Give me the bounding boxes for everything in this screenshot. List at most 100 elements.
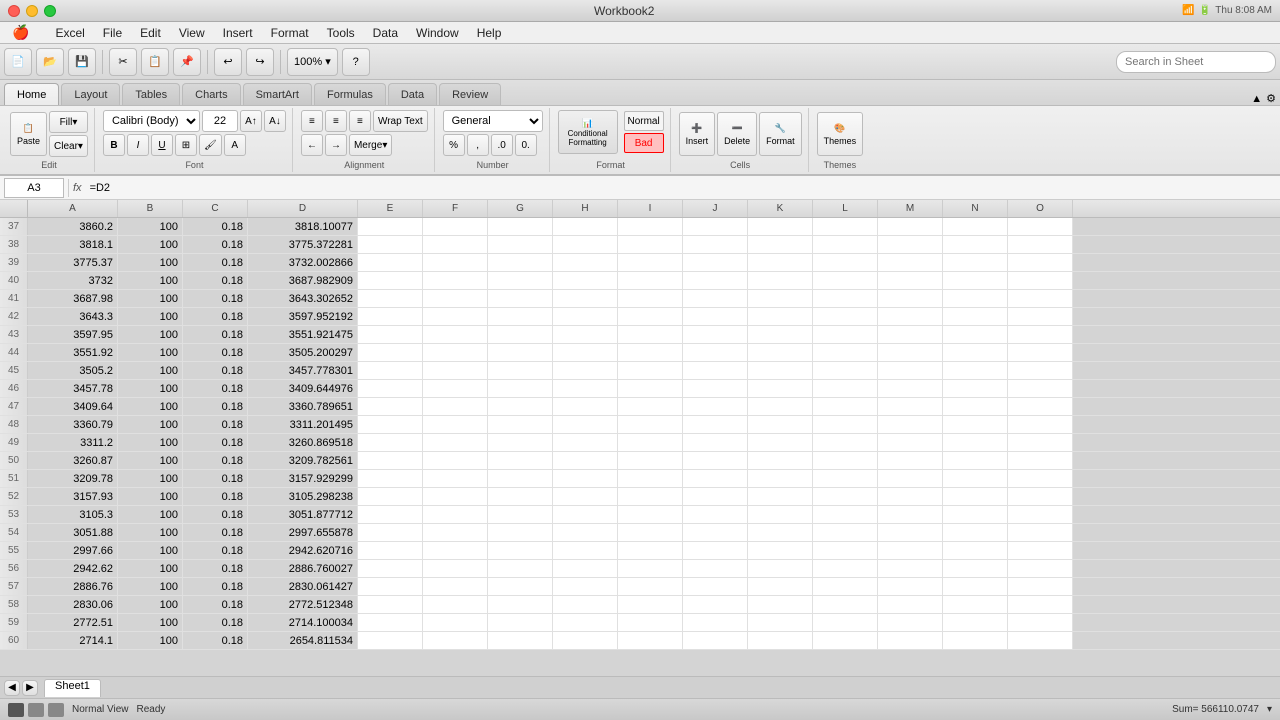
col-c-cell[interactable]: 0.18 — [183, 290, 248, 307]
bold-button[interactable]: B — [103, 134, 125, 156]
empty-cell[interactable] — [878, 362, 943, 379]
empty-cell[interactable] — [488, 272, 553, 289]
col-a-cell[interactable]: 2942.62 — [28, 560, 118, 577]
empty-cell[interactable] — [878, 542, 943, 559]
col-c-cell[interactable]: 0.18 — [183, 560, 248, 577]
empty-cell[interactable] — [1008, 488, 1073, 505]
empty-cell[interactable] — [683, 488, 748, 505]
tab-review[interactable]: Review — [439, 83, 501, 105]
empty-cell[interactable] — [683, 254, 748, 271]
empty-cell[interactable] — [358, 560, 423, 577]
prev-sheet-button[interactable]: ◀ — [4, 680, 20, 696]
empty-cell[interactable] — [748, 362, 813, 379]
empty-cell[interactable] — [943, 542, 1008, 559]
empty-cell[interactable] — [553, 596, 618, 613]
col-d-cell[interactable]: 3687.982909 — [248, 272, 358, 289]
empty-cell[interactable] — [748, 470, 813, 487]
empty-cell[interactable] — [423, 254, 488, 271]
col-a-cell[interactable]: 3732 — [28, 272, 118, 289]
zoom-box[interactable]: 100% ▾ — [287, 48, 338, 76]
empty-cell[interactable] — [618, 542, 683, 559]
empty-cell[interactable] — [423, 362, 488, 379]
empty-cell[interactable] — [878, 380, 943, 397]
col-header-m[interactable]: M — [878, 200, 943, 217]
empty-cell[interactable] — [488, 614, 553, 631]
empty-cell[interactable] — [878, 506, 943, 523]
empty-cell[interactable] — [358, 416, 423, 433]
empty-cell[interactable] — [553, 380, 618, 397]
empty-cell[interactable] — [488, 362, 553, 379]
col-b-cell[interactable]: 100 — [118, 434, 183, 451]
empty-cell[interactable] — [423, 542, 488, 559]
empty-cell[interactable] — [553, 326, 618, 343]
empty-cell[interactable] — [423, 632, 488, 649]
align-center-button[interactable]: ≡ — [325, 110, 347, 132]
col-b-cell[interactable]: 100 — [118, 632, 183, 649]
menu-data[interactable]: Data — [365, 25, 406, 41]
empty-cell[interactable] — [813, 596, 878, 613]
empty-cell[interactable] — [943, 416, 1008, 433]
empty-cell[interactable] — [423, 344, 488, 361]
col-b-cell[interactable]: 100 — [118, 218, 183, 235]
empty-cell[interactable] — [1008, 344, 1073, 361]
empty-cell[interactable] — [553, 236, 618, 253]
tab-tables[interactable]: Tables — [122, 83, 180, 105]
empty-cell[interactable] — [683, 578, 748, 595]
empty-cell[interactable] — [683, 326, 748, 343]
empty-cell[interactable] — [1008, 560, 1073, 577]
col-d-cell[interactable]: 3457.778301 — [248, 362, 358, 379]
empty-cell[interactable] — [423, 488, 488, 505]
empty-cell[interactable] — [878, 326, 943, 343]
empty-cell[interactable] — [943, 218, 1008, 235]
empty-cell[interactable] — [488, 542, 553, 559]
tab-charts[interactable]: Charts — [182, 83, 240, 105]
empty-cell[interactable] — [813, 488, 878, 505]
col-a-cell[interactable]: 3105.3 — [28, 506, 118, 523]
col-a-cell[interactable]: 3818.1 — [28, 236, 118, 253]
empty-cell[interactable] — [553, 308, 618, 325]
empty-cell[interactable] — [878, 272, 943, 289]
empty-cell[interactable] — [358, 578, 423, 595]
decrease-decimal-button[interactable]: 0. — [515, 134, 537, 156]
empty-cell[interactable] — [1008, 416, 1073, 433]
col-d-cell[interactable]: 2830.061427 — [248, 578, 358, 595]
empty-cell[interactable] — [358, 542, 423, 559]
style-normal-box[interactable]: Normal — [624, 111, 664, 131]
col-b-cell[interactable]: 100 — [118, 614, 183, 631]
col-d-cell[interactable]: 2772.512348 — [248, 596, 358, 613]
empty-cell[interactable] — [683, 308, 748, 325]
col-b-cell[interactable]: 100 — [118, 236, 183, 253]
empty-cell[interactable] — [358, 524, 423, 541]
empty-cell[interactable] — [618, 524, 683, 541]
empty-cell[interactable] — [748, 614, 813, 631]
empty-cell[interactable] — [1008, 218, 1073, 235]
empty-cell[interactable] — [813, 344, 878, 361]
empty-cell[interactable] — [878, 614, 943, 631]
col-a-cell[interactable]: 3409.64 — [28, 398, 118, 415]
menu-window[interactable]: Window — [408, 25, 467, 41]
empty-cell[interactable] — [488, 326, 553, 343]
empty-cell[interactable] — [813, 236, 878, 253]
col-c-cell[interactable]: 0.18 — [183, 506, 248, 523]
empty-cell[interactable] — [943, 254, 1008, 271]
empty-cell[interactable] — [358, 236, 423, 253]
cut-button[interactable]: ✂ — [109, 48, 137, 76]
col-d-cell[interactable]: 3051.877712 — [248, 506, 358, 523]
empty-cell[interactable] — [358, 308, 423, 325]
col-header-i[interactable]: I — [618, 200, 683, 217]
empty-cell[interactable] — [358, 614, 423, 631]
empty-cell[interactable] — [943, 434, 1008, 451]
empty-cell[interactable] — [748, 254, 813, 271]
col-c-cell[interactable]: 0.18 — [183, 434, 248, 451]
clear-button[interactable]: Clear ▾ — [49, 135, 88, 157]
empty-cell[interactable] — [813, 416, 878, 433]
menu-help[interactable]: Help — [469, 25, 510, 41]
tab-data[interactable]: Data — [388, 83, 437, 105]
col-header-l[interactable]: L — [813, 200, 878, 217]
empty-cell[interactable] — [1008, 254, 1073, 271]
sheet-tab-1[interactable]: Sheet1 — [44, 679, 101, 697]
empty-cell[interactable] — [748, 416, 813, 433]
empty-cell[interactable] — [358, 218, 423, 235]
font-family-dropdown[interactable]: Calibri (Body) — [103, 110, 200, 132]
menu-insert[interactable]: Insert — [215, 25, 261, 41]
